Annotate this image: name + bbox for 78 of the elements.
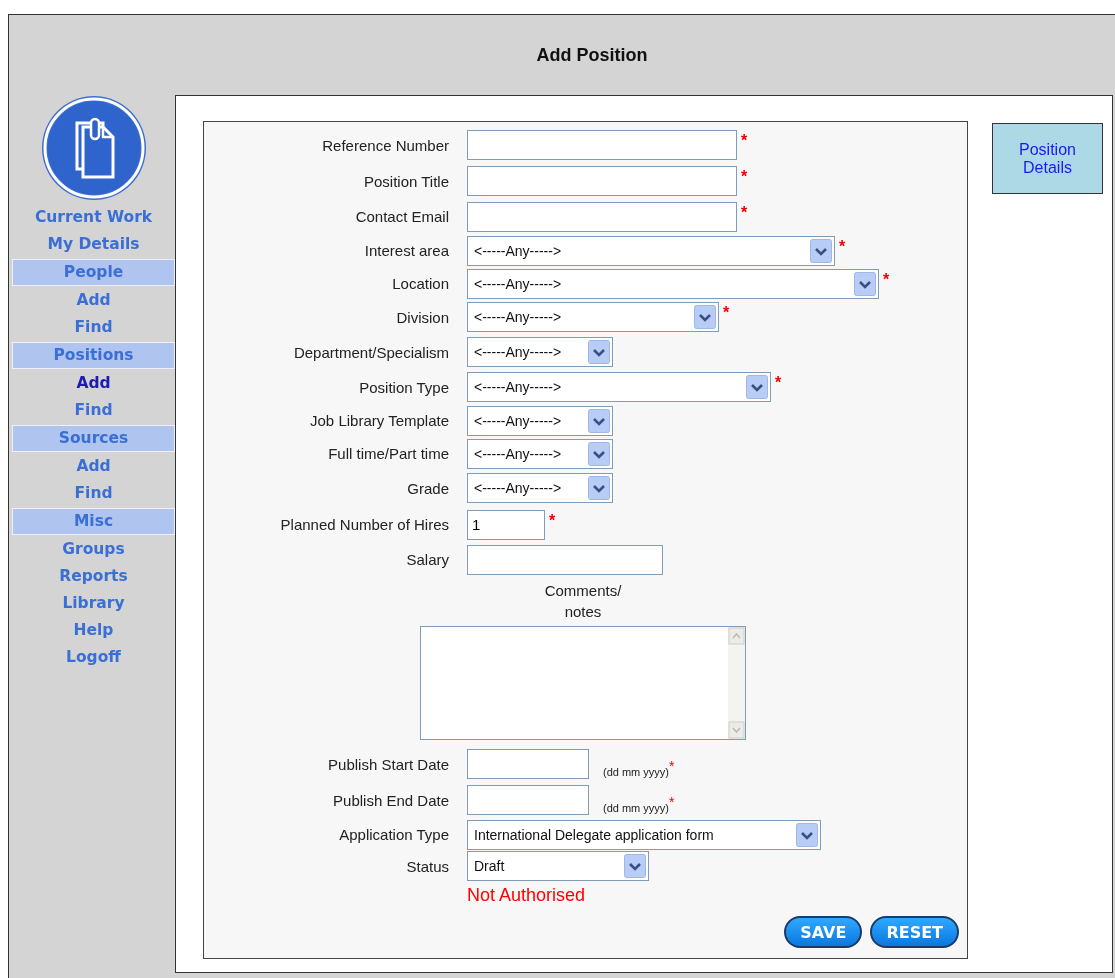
field-label: Department/Specialism	[292, 343, 450, 361]
chevron-icon	[694, 305, 716, 329]
dropdown[interactable]: <-----Any----->	[467, 405, 613, 436]
text-field[interactable]	[467, 544, 663, 575]
field-label: Division	[395, 308, 450, 326]
field-label: Grade	[406, 479, 450, 497]
required-mark: *	[883, 270, 890, 289]
field-label: Planned Number of Hires	[279, 516, 450, 533]
nav-link[interactable]: Add	[12, 370, 175, 397]
text-field[interactable]	[467, 749, 589, 779]
nav-link[interactable]: Add	[12, 287, 175, 314]
dropdown[interactable]: Draft	[467, 851, 649, 881]
form-button[interactable]: SAVE	[784, 916, 863, 948]
field-label: Position Type	[358, 378, 450, 396]
nav-link[interactable]: Find	[12, 314, 175, 341]
field-label: Full time/Part time	[327, 445, 450, 462]
text-field[interactable]	[467, 130, 737, 160]
required-mark: *	[741, 203, 748, 222]
dropdown[interactable]: International Delegate application form	[467, 819, 821, 850]
form-button[interactable]: RESET	[870, 916, 959, 948]
nav-link[interactable]: My Details	[12, 231, 175, 258]
documents-logo-icon	[40, 95, 147, 201]
field-label: Salary	[405, 551, 450, 568]
chevron-icon	[796, 822, 818, 847]
dropdown[interactable]: <-----Any----->	[467, 473, 613, 503]
nav-link[interactable]: Logoff	[12, 644, 175, 671]
dropdown[interactable]: <-----Any----->	[467, 302, 719, 332]
required-mark: *	[775, 374, 782, 392]
field-label: Contact Email	[354, 208, 450, 225]
chevron-icon	[746, 375, 768, 399]
field-label: Position Title	[362, 172, 450, 190]
nav-section-header[interactable]: Positions	[12, 342, 175, 369]
chevron-icon	[588, 340, 610, 364]
chevron-icon	[624, 854, 646, 878]
field-label: Location	[391, 275, 450, 292]
required-mark: *	[741, 168, 748, 186]
text-field[interactable]	[467, 785, 589, 815]
text-field[interactable]	[467, 201, 737, 232]
dropdown[interactable]: <-----Any----->	[467, 337, 613, 367]
chevron-icon	[588, 408, 610, 433]
field-label: Application Type	[338, 826, 450, 843]
nav-link[interactable]: Reports	[12, 563, 175, 590]
nav-link[interactable]: Find	[12, 480, 175, 507]
chevron-icon	[588, 441, 610, 466]
chevron-icon	[810, 238, 832, 263]
nav-link[interactable]: Help	[12, 617, 175, 644]
nav-link[interactable]: Find	[12, 397, 175, 424]
nav-section-header[interactable]: Misc	[12, 508, 175, 535]
required-mark: *	[741, 132, 748, 150]
nav-link[interactable]: Current Work	[12, 204, 175, 231]
field-label: Publish Start Date	[327, 755, 450, 773]
field-label: Interest area	[363, 242, 450, 259]
scrollbar[interactable]	[728, 627, 745, 739]
dropdown[interactable]: <-----Any----->	[467, 268, 879, 299]
dropdown[interactable]: <-----Any----->	[467, 372, 771, 402]
field-label: Publish End Date	[332, 791, 450, 809]
page-title: Add Position	[536, 44, 648, 66]
required-mark: *	[723, 304, 730, 322]
chevron-icon	[854, 271, 876, 296]
notes-field[interactable]	[420, 626, 746, 740]
field-label: Status	[405, 857, 450, 875]
required-mark: *	[549, 511, 556, 530]
section-tab[interactable]: Position Details	[992, 123, 1103, 194]
nav-section-header[interactable]: Sources	[12, 425, 175, 452]
chevron-icon	[588, 476, 610, 500]
dropdown[interactable]: <-----Any----->	[467, 438, 613, 469]
nav-section-header[interactable]: People	[12, 259, 175, 286]
text-field[interactable]: 1	[467, 509, 545, 540]
field-label: Job Library Template	[309, 412, 450, 429]
nav-link[interactable]: Library	[12, 590, 175, 617]
required-mark: *	[839, 237, 846, 256]
nav-link[interactable]: Groups	[12, 536, 175, 563]
nav-link[interactable]: Add	[12, 453, 175, 480]
field-label: Comments/ notes	[544, 581, 622, 622]
text-field[interactable]	[467, 166, 737, 196]
field-label: Reference Number	[321, 136, 450, 154]
dropdown[interactable]: <-----Any----->	[467, 235, 835, 266]
status-message: Not Authorised	[467, 885, 587, 906]
